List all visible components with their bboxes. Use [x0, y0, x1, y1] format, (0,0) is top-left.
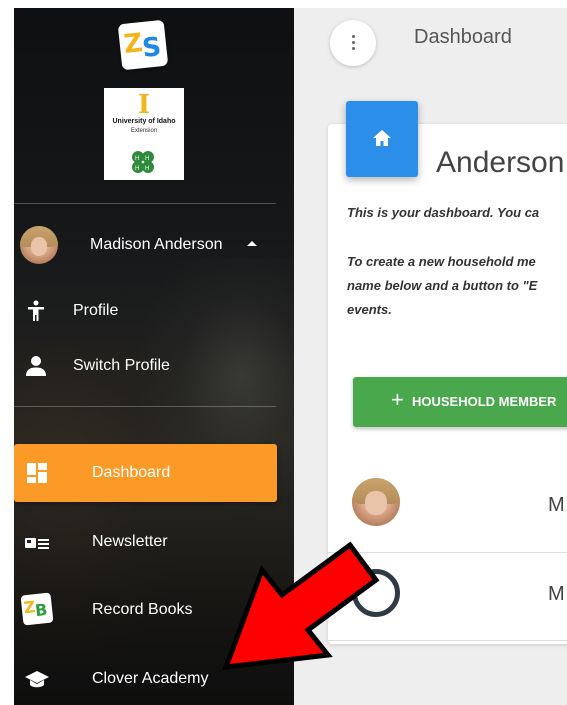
nav-item-label: Record Books: [92, 601, 193, 618]
plus-icon: +: [391, 387, 404, 412]
sidebar-divider: [14, 203, 276, 204]
user-name: Madison Anderson: [90, 236, 223, 253]
instructions-line: events.: [347, 302, 392, 317]
university-logo-letter: I: [137, 90, 151, 120]
more-options-button[interactable]: [330, 20, 376, 66]
instructions-line: name below and a button to "E: [347, 278, 538, 293]
kebab-dot: [352, 35, 355, 38]
add-household-member-button[interactable]: + HOUSEHOLD MEMBER: [353, 377, 567, 427]
dashboard-grid-icon: [27, 463, 47, 483]
menu-item-profile[interactable]: Profile: [14, 288, 276, 334]
nav-item-clover-academy[interactable]: Clover Academy: [14, 651, 276, 705]
card-header-icon: [346, 101, 418, 177]
newsletter-icon: [25, 538, 49, 549]
add-household-member-label: HOUSEHOLD MEMBER: [412, 394, 557, 409]
kebab-dot: [352, 41, 355, 44]
member-name: M: [548, 583, 565, 605]
person-walking-icon: [28, 300, 44, 321]
university-logo: I University of Idaho Extension H H H H: [104, 88, 184, 180]
nav-item-label: Newsletter: [92, 533, 168, 550]
row-divider: [328, 640, 567, 641]
svg-text:H: H: [135, 166, 139, 172]
nav-item-label: Clover Academy: [92, 670, 209, 687]
nav-item-dashboard[interactable]: Dashboard: [14, 444, 277, 502]
menu-item-label: Profile: [73, 302, 119, 319]
app-window: ZS I University of Idaho Extension H H H…: [0, 0, 567, 705]
member-avatar: [352, 478, 400, 526]
svg-text:H: H: [145, 166, 149, 172]
university-logo-name: University of Idaho: [112, 118, 176, 125]
record-books-icon: Z B: [20, 592, 54, 626]
svg-text:H: H: [135, 156, 139, 162]
member-name: M: [548, 494, 565, 516]
dashboard-intro-text: This is your dashboard. You ca: [347, 205, 540, 220]
four-h-clover-icon: H H H H: [132, 151, 154, 173]
zsuite-logo[interactable]: ZS: [117, 19, 169, 71]
graduation-cap-icon: [25, 671, 49, 688]
card-title: Anderson: [436, 146, 565, 179]
nav-item-label: Dashboard: [92, 464, 171, 481]
instructions-line: To create a new household me: [347, 254, 536, 269]
person-icon: [26, 356, 46, 376]
sidebar-divider: [14, 406, 276, 407]
menu-item-switch-profile[interactable]: Switch Profile: [14, 343, 276, 389]
caret-up-icon[interactable]: [247, 241, 257, 246]
nav-item-newsletter[interactable]: Newsletter: [14, 514, 276, 568]
household-member-row[interactable]: M: [328, 462, 567, 550]
home-icon: [373, 130, 391, 146]
household-member-row[interactable]: M: [328, 553, 567, 641]
member-avatar-placeholder: [352, 569, 400, 617]
user-avatar: [20, 226, 58, 264]
svg-text:H: H: [145, 156, 149, 162]
sidebar: ZS I University of Idaho Extension H H H…: [14, 8, 294, 705]
kebab-dot: [352, 47, 355, 50]
university-logo-subtitle: Extension: [130, 128, 158, 134]
breadcrumb: Dashboard: [414, 26, 512, 48]
nav-item-record-books[interactable]: Z B Record Books: [14, 582, 276, 636]
menu-item-label: Switch Profile: [73, 357, 170, 374]
